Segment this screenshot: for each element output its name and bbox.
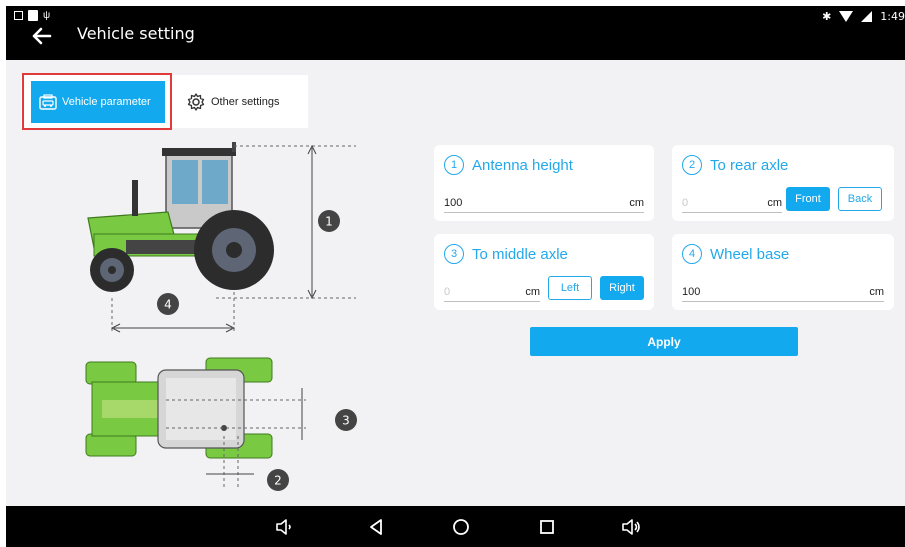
antenna-height-header: 1 Antenna height — [444, 155, 573, 175]
unit-label: cm — [767, 197, 782, 209]
unit-label: cm — [869, 286, 884, 298]
rear-axle-input[interactable]: 0 cm — [682, 193, 782, 213]
status-icons-left: ψ — [14, 10, 50, 21]
wheel-base-card: 4 Wheel base 100 cm — [672, 234, 894, 310]
volume-down-icon[interactable] — [274, 516, 296, 538]
tractor-top-view: 3 2 — [85, 357, 357, 491]
middle-axle-label: To middle axle — [472, 245, 568, 263]
antenna-height-input[interactable]: 100 cm — [444, 193, 644, 213]
wheel-base-input[interactable]: 100 cm — [682, 282, 884, 302]
back-arrow-icon[interactable] — [28, 22, 56, 50]
system-nav-bar — [6, 506, 905, 547]
tab-label: Other settings — [211, 96, 280, 108]
middle-axle-card: 3 To middle axle 0 cm Left Right — [434, 234, 654, 310]
tab-label: Vehicle parameter — [62, 96, 151, 108]
signal-icon — [861, 11, 873, 22]
diagram-marker-3: 3 — [342, 414, 350, 428]
recent-apps-icon[interactable] — [536, 516, 558, 538]
vehicle-icon — [39, 94, 57, 110]
antenna-height-label: Antenna height — [472, 156, 573, 174]
gear-icon — [187, 93, 205, 111]
rear-axle-header: 2 To rear axle — [682, 155, 788, 175]
tab-vehicle-parameter[interactable]: Vehicle parameter — [31, 81, 165, 123]
wheel-base-value: 100 — [682, 286, 701, 298]
wheel-base-header: 4 Wheel base — [682, 244, 789, 264]
app-frame: ψ Vehicle setting ✱ 1:49 Vehicle paramet… — [6, 6, 905, 547]
front-button[interactable]: Front — [786, 187, 830, 211]
middle-axle-placeholder: 0 — [444, 286, 451, 298]
screen-icon — [14, 11, 23, 20]
back-button[interactable]: Back — [838, 187, 882, 211]
rear-axle-card: 2 To rear axle 0 cm Front Back — [672, 145, 894, 221]
antenna-height-value: 100 — [444, 197, 463, 209]
vehicle-diagram: 1 4 3 2 — [85, 142, 357, 491]
usb-icon: ψ — [43, 9, 51, 21]
back-nav-icon[interactable] — [366, 516, 388, 538]
unit-label: cm — [525, 286, 540, 298]
notification-icon — [28, 10, 38, 21]
step-number: 1 — [444, 155, 464, 175]
rear-axle-placeholder: 0 — [682, 197, 689, 209]
wheel-base-label: Wheel base — [710, 245, 790, 263]
middle-axle-input[interactable]: 0 cm — [444, 282, 540, 302]
home-icon[interactable] — [450, 516, 472, 538]
page-title: Vehicle setting — [77, 24, 195, 43]
volume-up-icon[interactable] — [620, 516, 642, 538]
step-number: 2 — [682, 155, 702, 175]
left-button[interactable]: Left — [548, 276, 592, 300]
tab-other-settings[interactable]: Other settings — [186, 81, 302, 123]
tractor-side-view: 1 4 — [87, 142, 356, 333]
clock: 1:49 — [880, 10, 905, 23]
unit-label: cm — [629, 197, 644, 209]
apply-button[interactable]: Apply — [530, 327, 798, 356]
title-bar: ψ Vehicle setting ✱ 1:49 — [6, 6, 905, 60]
middle-axle-header: 3 To middle axle — [444, 244, 568, 264]
diagram-marker-1: 1 — [325, 215, 333, 229]
wifi-icon — [839, 11, 854, 22]
diagram-marker-2: 2 — [274, 474, 282, 488]
bluetooth-icon: ✱ — [822, 10, 832, 23]
antenna-height-card: 1 Antenna height 100 cm — [434, 145, 654, 221]
step-number: 3 — [444, 244, 464, 264]
rear-axle-label: To rear axle — [710, 156, 789, 174]
right-button[interactable]: Right — [600, 276, 644, 300]
status-icons-right: ✱ 1:49 — [822, 10, 905, 23]
diagram-marker-4: 4 — [164, 298, 172, 312]
step-number: 4 — [682, 244, 702, 264]
